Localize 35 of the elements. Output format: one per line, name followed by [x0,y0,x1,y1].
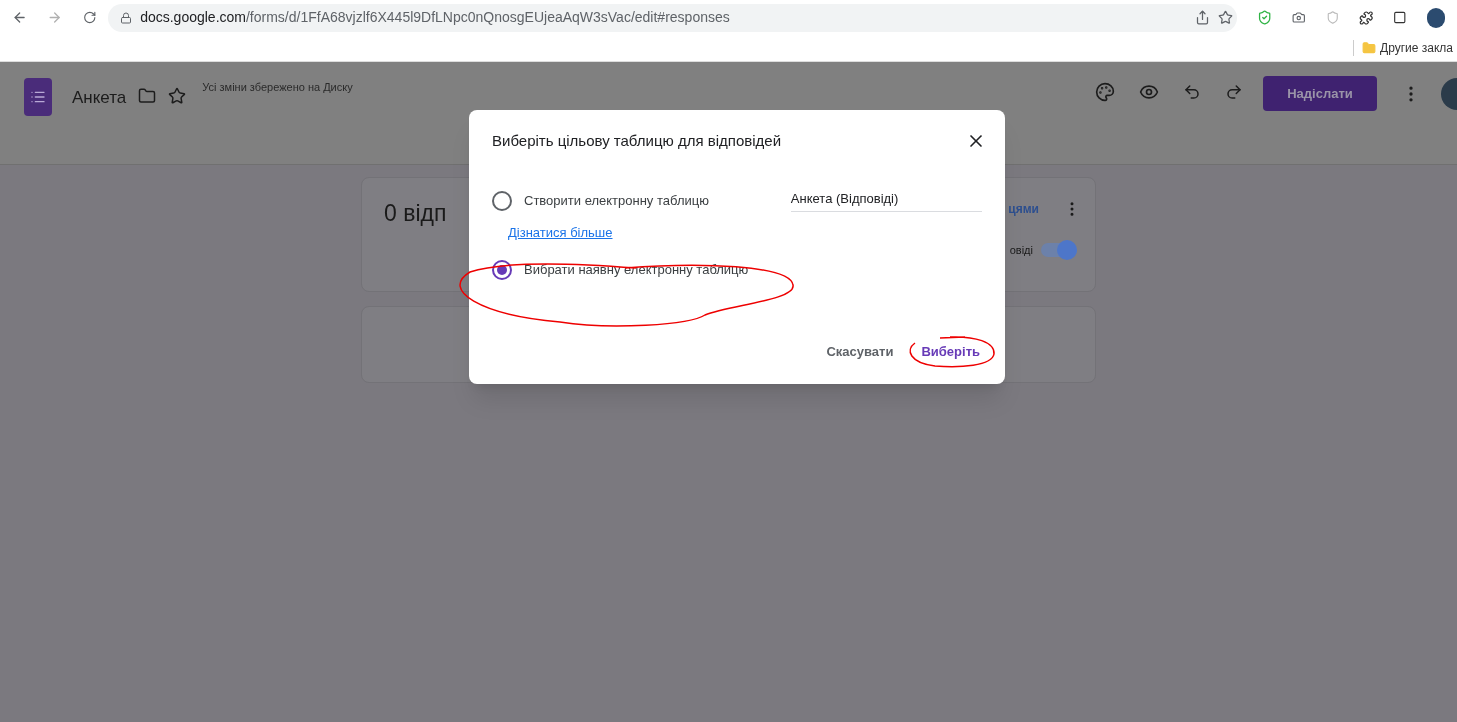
palette-icon[interactable] [1095,82,1115,102]
learn-more-link[interactable]: Дізнатися більше [508,222,613,242]
cancel-button[interactable]: Скасувати [818,336,902,368]
form-title[interactable]: Анкета [72,85,127,111]
radio-button[interactable] [492,260,512,280]
puzzle-icon[interactable] [1359,9,1374,26]
url-text: docs.google.com/forms/d/1FfA68vjzlf6X445l9DfLNpc0nQnosgEUjeaAqW3sVac/edit#responses [140,8,730,27]
responses-count: 0 відп [384,199,447,228]
spreadsheet-name-field[interactable]: Анкета (Відповіді) [790,188,982,213]
accepting-responses-label: овіді [1009,243,1033,258]
folder-icon[interactable] [138,87,157,105]
option-label[interactable]: Вибрати наявну електронну таблицю [524,260,749,280]
select-button[interactable]: Виберіть [913,336,988,368]
forms-logo-icon[interactable] [24,78,52,116]
address-bar[interactable]: docs.google.com/forms/d/1FfA68vjzlf6X445l9DfLNpc0nQnosgEUjeaAqW3sVac/edit#responses [108,3,1237,32]
redo-icon[interactable] [1225,83,1243,101]
accept-responses-toggle[interactable] [1041,243,1077,258]
radio-button[interactable] [492,190,512,211]
preview-icon[interactable] [1139,82,1159,102]
star-icon[interactable] [168,87,187,105]
side-panel-icon[interactable] [1393,10,1407,25]
shield-check-icon[interactable] [1256,9,1272,26]
bookmarks-folder-link[interactable]: Другие закла [1380,39,1453,57]
option-label[interactable]: Створити електронну таблицю [524,190,779,211]
lock-icon [120,11,133,24]
back-icon[interactable] [12,9,28,26]
camera-icon[interactable] [1292,10,1306,25]
bookmark-star-icon[interactable] [1217,10,1233,25]
reload-icon[interactable] [82,10,97,25]
share-icon[interactable] [1194,10,1210,25]
send-button[interactable]: Надіслати [1263,76,1377,111]
save-status-text: Усі зміни збережено на Диску [202,80,354,95]
undo-icon[interactable] [1183,83,1201,101]
profile-avatar[interactable] [1427,7,1445,28]
dialog-title: Виберіть цільову таблицю для відповідей [492,131,781,151]
